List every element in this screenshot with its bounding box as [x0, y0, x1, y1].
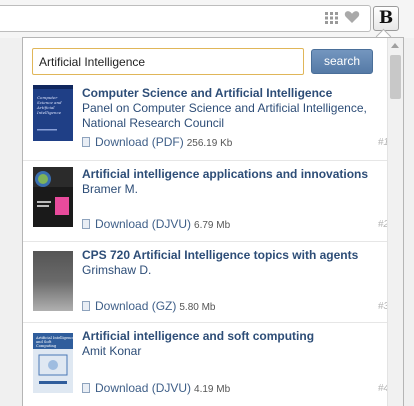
- search-popup: search ComputerScience andArtificialInte…: [22, 37, 404, 406]
- results-list: Computer Science and Artificial Intelligenc…: [23, 80, 389, 403]
- result-item: CPS 720 Artificial Intelligence topics w…: [23, 242, 389, 323]
- document-icon: [82, 383, 90, 393]
- download-link[interactable]: Download (DJVU) 6.79 Mb: [82, 217, 230, 233]
- download-link[interactable]: Download (DJVU) 4.19 Mb: [82, 381, 230, 397]
- result-item: Artificial Intelligence and Soft Computing…: [23, 323, 389, 403]
- result-title[interactable]: Artificial intelligence applications and…: [82, 167, 382, 182]
- document-icon: [82, 137, 90, 147]
- result-title[interactable]: CPS 720 Artificial Intelligence topics w…: [82, 248, 382, 263]
- result-item: Artificial intelligence applications and…: [23, 161, 389, 242]
- search-input[interactable]: [32, 48, 304, 75]
- download-link[interactable]: Download (GZ) 5.80 Mb: [82, 299, 216, 315]
- file-size: 256.19 Kb: [186, 138, 233, 149]
- book-cover-image[interactable]: [33, 167, 73, 227]
- book-cover-image[interactable]: Computer Science and Artificial Intelligenc…: [33, 85, 73, 141]
- bookfinder-extension-button[interactable]: B: [373, 6, 399, 31]
- results-scrollbar[interactable]: [387, 38, 403, 406]
- result-item: Computer Science and Artificial Intelligenc…: [23, 80, 389, 161]
- document-icon: [82, 301, 90, 311]
- book-cover-image[interactable]: [33, 251, 73, 311]
- scroll-thumb[interactable]: [390, 55, 401, 99]
- result-title[interactable]: Computer Science and Artificial Intellig…: [82, 86, 382, 101]
- result-author: Bramer M.: [82, 182, 139, 196]
- download-link[interactable]: Download (PDF) 256.19 Kb: [82, 135, 232, 151]
- file-size: 4.19 Mb: [194, 384, 231, 395]
- result-author: Grimshaw D.: [82, 263, 152, 277]
- heart-icon[interactable]: [344, 9, 360, 25]
- search-button[interactable]: search: [311, 49, 373, 74]
- book-cover-image[interactable]: Artificial Intelligence and Soft Computing: [33, 333, 73, 393]
- result-author: Panel on Computer Science and Artificial…: [82, 101, 367, 130]
- file-size: 6.79 Mb: [194, 220, 231, 231]
- result-author: Amit Konar: [82, 344, 142, 358]
- result-title[interactable]: Artificial intelligence and soft computi…: [82, 329, 382, 344]
- browser-toolbar: B: [0, 0, 414, 38]
- document-icon: [82, 219, 90, 229]
- address-bar[interactable]: [0, 5, 371, 32]
- file-size: 5.80 Mb: [179, 302, 216, 313]
- apps-grid-icon[interactable]: [325, 12, 339, 24]
- scroll-up-arrow-icon[interactable]: [391, 43, 399, 48]
